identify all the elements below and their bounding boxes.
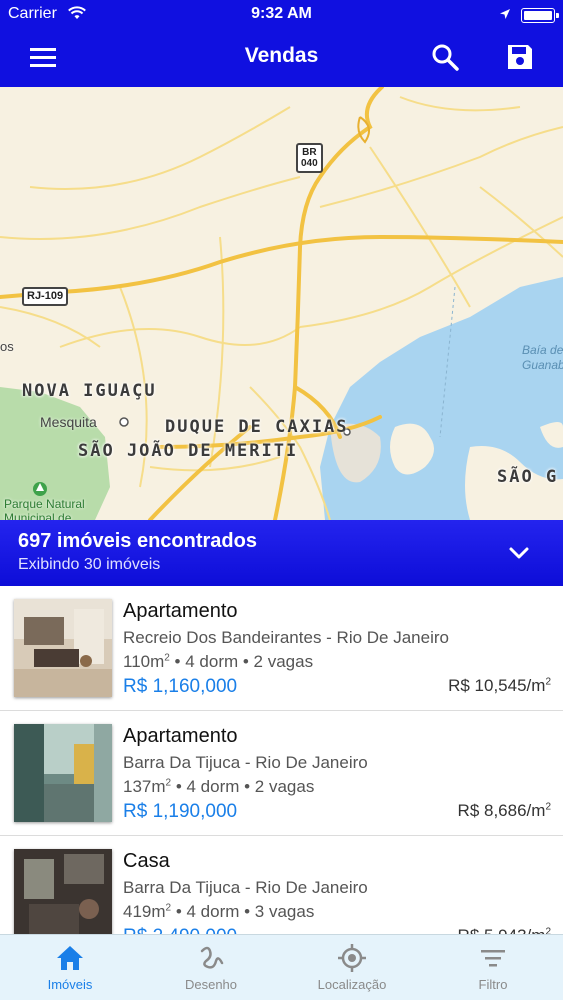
filter-lines-icon <box>478 943 508 973</box>
results-showing: Exibindo 30 imóveis <box>18 556 161 573</box>
tab-label: Imóveis <box>47 977 93 992</box>
results-summary-banner[interactable]: 697 imóveis encontrados Exibindo 30 imóv… <box>0 520 563 586</box>
map-label-nova-iguacu: NOVA IGUAÇU <box>22 381 157 401</box>
listing-location: Barra Da Tijuca - Rio De Janeiro <box>123 753 368 772</box>
map-label-os: os <box>0 339 14 354</box>
rj-109-shield: RJ-109 <box>22 287 69 306</box>
listing-photo <box>14 724 112 822</box>
tab-label: Desenho <box>184 977 238 992</box>
tab-bar: Imóveis Desenho Localização Filtro <box>0 934 563 1000</box>
listing-price-per-m2: R$ 10,545/m2 <box>448 676 551 695</box>
search-icon[interactable] <box>430 42 460 72</box>
chevron-down-icon[interactable] <box>506 540 532 566</box>
map-label-parque-natural: Parque Natural Municipal de <box>4 497 85 520</box>
house-icon <box>55 943 85 973</box>
listing-type: Apartamento <box>123 725 238 747</box>
tab-imoveis[interactable]: Imóveis <box>0 935 140 1000</box>
map-view[interactable]: BR 040 RJ-109 os NOVA IGUAÇU Mesquita DU… <box>0 87 563 520</box>
tab-label: Filtro <box>478 977 508 992</box>
tab-filtro[interactable]: Filtro <box>423 935 563 1000</box>
listing-price-per-m2: R$ 5,943/m2 <box>458 926 551 934</box>
listing-photo <box>14 599 112 697</box>
br-040-shield: BR 040 <box>296 143 323 173</box>
tab-label: Localização <box>317 977 387 992</box>
crosshair-location-icon <box>337 943 367 973</box>
listing-location: Recreio Dos Bandeirantes - Rio De Janeir… <box>123 628 449 647</box>
listing-photo <box>14 849 112 934</box>
listing-price: R$ 1,160,000 <box>123 676 238 697</box>
listing-item[interactable]: Apartamento Recreio Dos Bandeirantes - R… <box>0 586 563 711</box>
map-label-mesquita: Mesquita <box>40 414 97 430</box>
status-bar: Carrier 9:32 AM <box>0 0 563 30</box>
listing-type: Casa <box>123 850 170 872</box>
listing-location: Barra Da Tijuca - Rio De Janeiro <box>123 878 368 897</box>
listing-specs: 137m2 • 4 dorm • 2 vagas <box>123 777 315 796</box>
listing-type: Apartamento <box>123 600 238 622</box>
listing-price-per-m2: R$ 8,686/m2 <box>457 801 551 820</box>
map-label-sao-g: SÃO G <box>497 467 559 487</box>
listing-specs: 419m2 • 4 dorm • 3 vagas <box>123 902 315 921</box>
listing-price: R$ 2,490,000 <box>123 926 237 934</box>
draw-scribble-icon <box>196 943 226 973</box>
listings-list[interactable]: Apartamento Recreio Dos Bandeirantes - R… <box>0 586 563 934</box>
floppy-save-icon[interactable] <box>505 42 535 72</box>
listing-item[interactable]: Casa Barra Da Tijuca - Rio De Janeiro 41… <box>0 836 563 934</box>
page-title: Vendas <box>244 44 319 67</box>
clock: 9:32 AM <box>251 5 312 22</box>
listing-item[interactable]: Apartamento Barra Da Tijuca - Rio De Jan… <box>0 711 563 836</box>
map-label-sao-joao-de-meriti: SÃO JOÃO DE MERITI <box>78 441 299 461</box>
nav-bar: Vendas <box>0 30 563 87</box>
battery-icon <box>521 8 559 23</box>
map-label-baia-guanabara: Baía de Guanaba <box>522 343 563 372</box>
tab-desenho[interactable]: Desenho <box>141 935 281 1000</box>
tab-localizacao[interactable]: Localização <box>282 935 422 1000</box>
location-arrow-icon <box>499 7 511 25</box>
results-count: 697 imóveis encontrados <box>18 530 257 552</box>
listing-specs: 110m2 • 4 dorm • 2 vagas <box>123 652 314 671</box>
map-label-duque-de-caxias: DUQUE DE CAXIAS <box>165 417 349 437</box>
listing-price: R$ 1,190,000 <box>123 801 238 822</box>
